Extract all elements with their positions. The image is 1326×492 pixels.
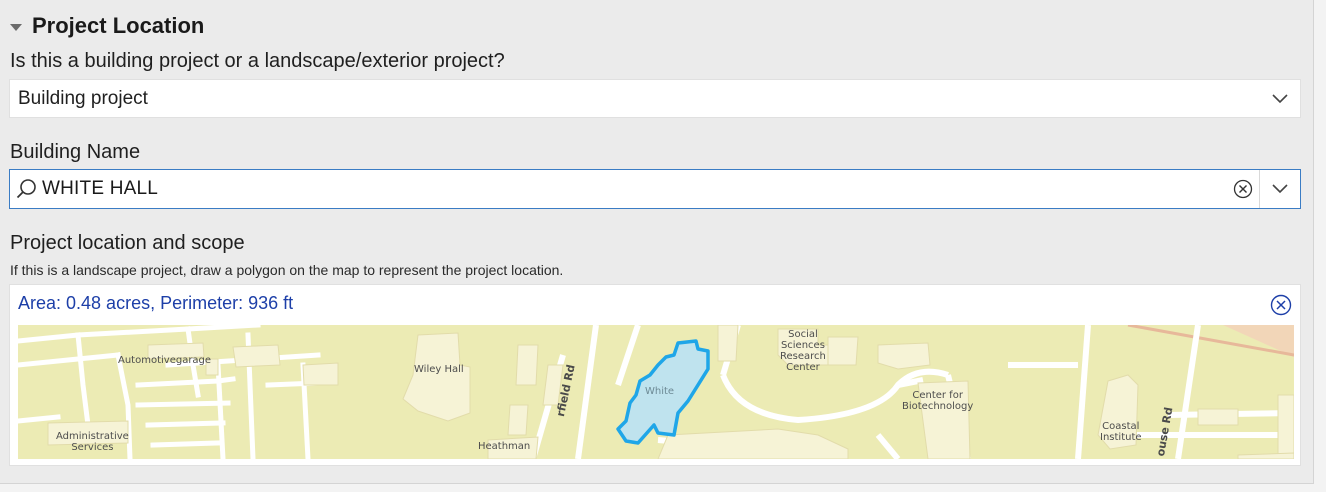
map-label-heathman: Heathman <box>478 441 531 452</box>
clear-icon[interactable] <box>1227 170 1259 208</box>
map-label-automotive: Automotivegarage <box>118 355 212 366</box>
project-type-question: Is this a building project or a landscap… <box>10 50 505 72</box>
map-label-biotech-line1: Center for <box>912 390 963 401</box>
chevron-down-icon[interactable] <box>1260 170 1300 208</box>
map-label-coastal-line2: Institute <box>1100 432 1142 443</box>
measurement-text: Area: 0.48 acres, Perimeter: 936 ft <box>18 293 294 313</box>
building-name-search[interactable]: WHITE HALL <box>9 169 1301 209</box>
map-label-administrative-line2: Services <box>71 442 114 453</box>
project-type-value: Building project <box>18 87 148 109</box>
map-label-biotech-line2: Biotechnology <box>902 401 974 412</box>
map-label-social-line1: Social <box>788 329 818 340</box>
map-label-white: White <box>645 386 675 397</box>
map-card: Area: 0.48 acres, Perimeter: 936 ft Auto… <box>9 284 1301 466</box>
building-name-label: Building Name <box>10 141 141 163</box>
project-location-panel: Project Location Is this a building proj… <box>0 0 1314 484</box>
map-label-social-line4: Center <box>786 362 820 373</box>
search-icon <box>10 170 38 208</box>
map-label-administrative: Administrative Services <box>56 431 129 453</box>
map-label-coastal: Coastal Institute <box>1100 421 1142 443</box>
location-help: If this is a landscape project, draw a p… <box>10 262 564 278</box>
close-icon[interactable] <box>1270 294 1292 316</box>
collapse-caret-icon[interactable] <box>10 23 22 31</box>
map-label-social-sciences: Social Sciences Research Center <box>780 329 826 373</box>
map-label-social-line3: Research <box>780 351 826 362</box>
map-label-social-line2: Sciences <box>780 340 825 351</box>
building-name-input[interactable]: WHITE HALL <box>42 178 1227 200</box>
map-view[interactable]: Automotivegarage Administrative Services… <box>18 325 1294 459</box>
project-type-select[interactable]: Building project <box>9 79 1301 118</box>
map-label-wiley: Wiley Hall <box>414 364 464 375</box>
section-title: Project Location <box>32 13 205 38</box>
map-label-biotech: Center for Biotechnology <box>902 390 973 412</box>
chevron-down-icon[interactable] <box>1260 80 1300 117</box>
location-label: Project location and scope <box>10 232 245 254</box>
map-label-administrative-line1: Administrative <box>56 431 129 442</box>
section-header[interactable]: Project Location <box>10 12 204 40</box>
map-label-coastal-line1: Coastal <box>1102 421 1140 432</box>
